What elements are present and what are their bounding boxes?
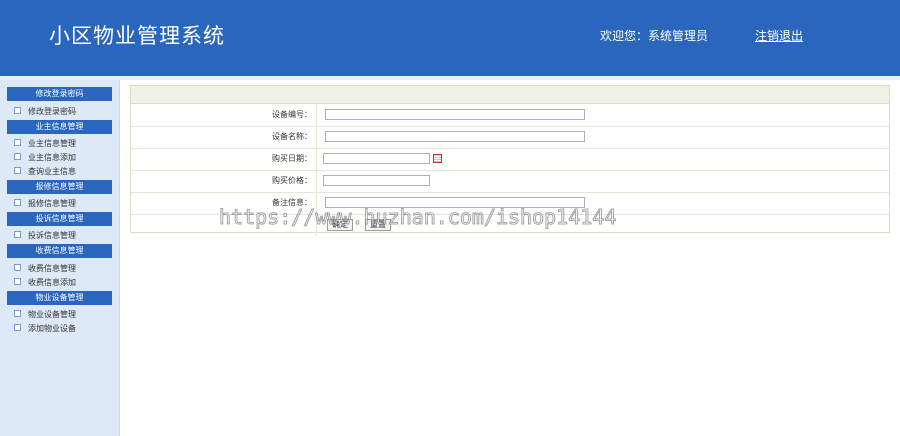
purchase-date-label: 购买日期： (131, 148, 317, 170)
sidebar-section-fee[interactable]: 收费信息管理 (7, 244, 112, 258)
sidebar-item-fee-add[interactable]: 收费信息添加 (14, 277, 76, 289)
sidebar-item-equipment-manage[interactable]: 物业设备管理 (14, 309, 76, 321)
sidebar: 修改登录密码 修改登录密码 业主信息管理 业主信息管理 业主信息添加 查询业主信… (0, 80, 120, 436)
actions-label-cell (131, 214, 317, 236)
purchase-price-input[interactable] (323, 175, 430, 186)
remark-input[interactable] (325, 197, 585, 208)
sidebar-item-label: 投诉信息管理 (28, 231, 76, 240)
form-row-actions: 确定 重置 (131, 214, 889, 236)
form-row-device-id: 设备编号： (131, 104, 889, 127)
device-name-label: 设备名称： (131, 126, 317, 148)
bullet-icon (14, 264, 21, 271)
device-id-input[interactable] (325, 109, 585, 120)
sidebar-item-label: 报修信息管理 (28, 199, 76, 208)
sidebar-section-password[interactable]: 修改登录密码 (7, 87, 112, 101)
sidebar-section-repair[interactable]: 报修信息管理 (7, 180, 112, 194)
sidebar-section-owner[interactable]: 业主信息管理 (7, 120, 112, 134)
calendar-icon[interactable] (433, 154, 442, 163)
sidebar-item-owner-manage[interactable]: 业主信息管理 (14, 138, 76, 150)
header-divider (0, 76, 900, 80)
sidebar-item-owner-query[interactable]: 查询业主信息 (14, 166, 76, 178)
sidebar-item-label: 业主信息管理 (28, 139, 76, 148)
bullet-icon (14, 199, 21, 206)
equipment-form: 设备编号： 设备名称： 购买日期： 购买价格： 备注信息： 确定 重置 (130, 85, 890, 236)
device-name-input[interactable] (325, 131, 585, 142)
bullet-icon (14, 310, 21, 317)
app-title: 小区物业管理系统 (49, 24, 225, 48)
bullet-icon (14, 278, 21, 285)
sidebar-item-complaint-manage[interactable]: 投诉信息管理 (14, 230, 76, 242)
sidebar-item-equipment-add[interactable]: 添加物业设备 (14, 323, 76, 335)
top-header: 小区物业管理系统 欢迎您：系统管理员 注销退出 (0, 0, 900, 76)
sidebar-section-complaint[interactable]: 投诉信息管理 (7, 212, 112, 226)
sidebar-item-owner-add[interactable]: 业主信息添加 (14, 152, 76, 164)
welcome-text: 欢迎您：系统管理员 (600, 29, 709, 43)
sidebar-item-label: 收费信息添加 (28, 278, 76, 287)
sidebar-item-label: 添加物业设备 (28, 324, 76, 333)
reset-button[interactable]: 重置 (365, 219, 391, 231)
sidebar-item-label: 物业设备管理 (28, 310, 76, 319)
bullet-icon (14, 153, 21, 160)
sidebar-item-change-password[interactable]: 修改登录密码 (14, 106, 76, 118)
purchase-date-input[interactable] (323, 153, 430, 164)
form-row-device-name: 设备名称： (131, 126, 889, 149)
remark-label: 备注信息： (131, 192, 317, 214)
sidebar-item-label: 收费信息管理 (28, 264, 76, 273)
sidebar-item-label: 业主信息添加 (28, 153, 76, 162)
form-row-purchase-price: 购买价格： (131, 170, 889, 193)
bullet-icon (14, 231, 21, 238)
bullet-icon (14, 139, 21, 146)
device-id-label: 设备编号： (131, 104, 317, 126)
logout-link[interactable]: 注销退出 (755, 27, 803, 44)
sidebar-item-repair-manage[interactable]: 报修信息管理 (14, 198, 76, 210)
sidebar-item-label: 修改登录密码 (28, 107, 76, 116)
sidebar-item-fee-manage[interactable]: 收费信息管理 (14, 263, 76, 275)
form-header-bar (131, 86, 889, 104)
submit-button[interactable]: 确定 (327, 219, 353, 231)
form-row-remark: 备注信息： (131, 192, 889, 215)
sidebar-section-equipment[interactable]: 物业设备管理 (7, 291, 112, 305)
bullet-icon (14, 324, 21, 331)
purchase-price-label: 购买价格： (131, 170, 317, 192)
form-row-purchase-date: 购买日期： (131, 148, 889, 171)
bullet-icon (14, 167, 21, 174)
bullet-icon (14, 107, 21, 114)
sidebar-item-label: 查询业主信息 (28, 167, 76, 176)
